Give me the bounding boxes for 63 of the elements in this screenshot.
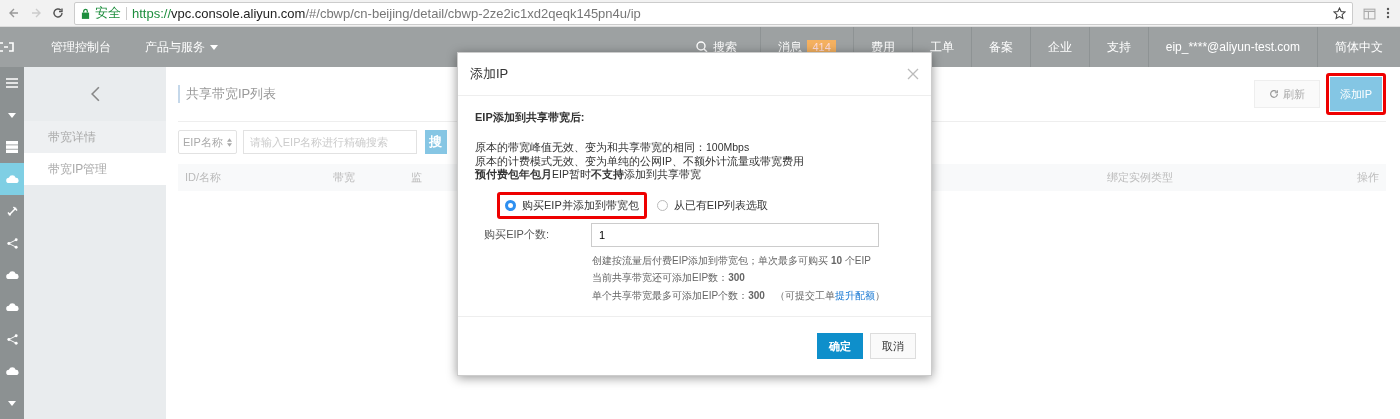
hint-text: 创建按流量后付费EIP添加到带宽包；单次最多可购买 10 个EIP (592, 253, 872, 268)
sort-icon (226, 137, 232, 147)
dialog-title: 添加IP (470, 65, 509, 83)
radio-option[interactable]: 购买EIP并添加到带宽包 (497, 191, 647, 219)
caret-icon (8, 112, 16, 118)
secure-label: 安全 (95, 4, 121, 22)
server-icon (6, 141, 18, 153)
hint-text: 单个共享带宽最多可添加EIP个数：300 （可提交工单 (592, 288, 835, 303)
hint-text: 当前共享带宽还可添加EIP数：300 (592, 271, 746, 285)
confirm-button[interactable]: 确定 (817, 333, 863, 359)
radio-label: 从已有EIP列表选取 (673, 197, 769, 213)
sidebar-item[interactable]: 带宽IP管理 (24, 153, 166, 185)
radio-icon[interactable] (505, 199, 516, 211)
nav-search-link[interactable]: 搜索 (679, 27, 755, 67)
back-arrow-icon[interactable] (8, 7, 20, 19)
more-icon[interactable] (1386, 7, 1390, 19)
radio-label: 购买EIP并添加到带宽包 (522, 197, 639, 213)
note-text: 预付费包年包月EIP暂时不支持添加到共享带宽 (475, 168, 702, 182)
lock-icon (81, 7, 90, 19)
nav-menu-item[interactable]: 产品与服务 (128, 27, 235, 67)
quota-link[interactable]: 提升配额 (834, 286, 875, 304)
back-chevron-icon[interactable] (90, 86, 100, 102)
share-icon (6, 333, 18, 345)
note-text: 原本的计费模式无效、变为单纯的公网IP、不额外计流量或带宽费用 (475, 154, 805, 168)
add-ip-button[interactable]: 添加IP (1329, 77, 1382, 111)
refresh-button[interactable]: 刷新 (1253, 80, 1320, 108)
caret-icon (8, 400, 16, 406)
nav-menu-item[interactable]: 支持 (1088, 27, 1148, 67)
extension-icon[interactable] (1363, 6, 1376, 20)
cloud-icon (5, 366, 19, 376)
page-title: 共享带宽IP列表 (178, 85, 277, 103)
url-text: https://vpc.console.aliyun.com/#/cbwp/cn-beijing/detail/cbwp-2ze2ic1xd2qeqk145pn4u/ip (132, 5, 642, 21)
share-icon (6, 237, 18, 249)
nav-menu-item[interactable]: 管理控制台 (34, 27, 128, 67)
field-label: 购买EIP个数: (483, 227, 550, 242)
menu-icon (6, 77, 18, 89)
column-header: ID/名称 (185, 170, 223, 185)
nav-menu-item[interactable]: 企业 (1029, 27, 1089, 67)
cloud-icon (5, 270, 19, 280)
radio-icon[interactable] (656, 199, 668, 211)
reload-icon[interactable] (52, 7, 64, 19)
sidebar-item[interactable]: 带宽详情 (24, 121, 166, 153)
filter-select[interactable]: EIP名称 (178, 130, 237, 154)
radio-option[interactable]: 从已有EIP列表选取 (648, 191, 777, 219)
nav-menu-item[interactable]: 备案 (970, 27, 1030, 67)
logo-icon[interactable] (0, 42, 14, 52)
refresh-icon (1268, 89, 1279, 99)
column-header: 监 (411, 170, 422, 185)
star-icon[interactable] (1333, 6, 1346, 20)
search-button[interactable]: 搜 (424, 130, 447, 154)
dialog-heading: EIP添加到共享带宽后: (475, 110, 586, 125)
note-text: 原本的带宽峰值无效、变为和共享带宽的相同：100Mbps (475, 141, 751, 155)
cancel-button[interactable]: 取消 (870, 333, 916, 359)
cloud-icon (5, 302, 19, 312)
hint-text: ） (874, 288, 885, 303)
address-bar[interactable]: 安全 https://vpc.console.aliyun.com/#/cbwp/cn-beijing/detail/cbwp-2ze2ic1xd2qeqk145pn4u/ip (74, 1, 1353, 25)
cloud-icon (5, 174, 19, 184)
link-icon (6, 205, 18, 217)
nav-menu-item[interactable]: eip_****@aliyun-test.com (1147, 27, 1317, 67)
forward-arrow-icon[interactable] (30, 7, 42, 19)
close-icon[interactable] (907, 68, 919, 80)
nav-menu-item[interactable]: 简体中文 (1317, 27, 1400, 67)
count-input-field[interactable]: 1 (591, 222, 879, 247)
